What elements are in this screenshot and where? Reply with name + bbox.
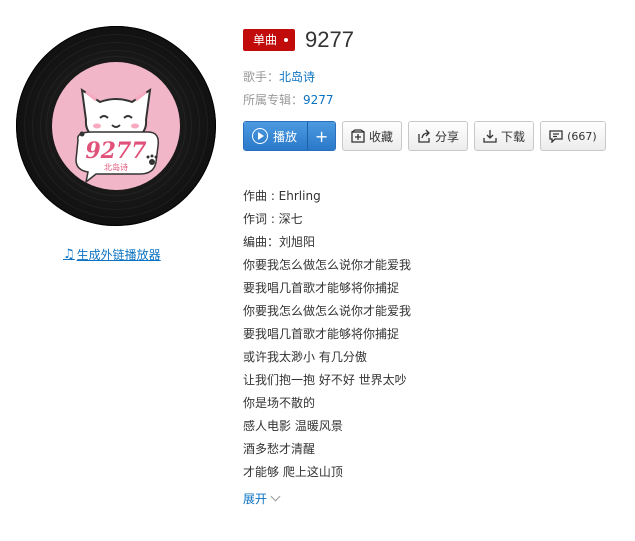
comment-icon bbox=[549, 130, 563, 143]
add-to-playlist-button[interactable]: + bbox=[307, 122, 336, 150]
lyric-line: 编曲：刘旭阳 bbox=[243, 235, 316, 249]
singer-link[interactable]: 北岛诗 bbox=[279, 70, 315, 84]
singer-label: 歌手： bbox=[243, 70, 280, 84]
share-icon bbox=[418, 129, 430, 143]
lyrics: 作曲 : Ehrling 作词 : 深七 编曲：刘旭阳 你要我怎么做怎么说你才能… bbox=[243, 185, 623, 484]
cover-artist-text: 北岛诗 bbox=[104, 162, 128, 172]
share-label: 分享 bbox=[435, 129, 460, 144]
comment-button[interactable]: (667) bbox=[540, 121, 606, 151]
external-player-link[interactable]: ♫ 生成外链播放器 bbox=[63, 246, 161, 263]
play-label: 播放 bbox=[273, 129, 298, 144]
cover-title-text: 9277 bbox=[85, 138, 147, 164]
album-cover: 9277 北岛诗 bbox=[16, 26, 216, 226]
expand-lyrics-link[interactable]: 展开 bbox=[243, 490, 281, 507]
cover-art: 9277 北岛诗 bbox=[52, 62, 180, 190]
share-button[interactable]: 分享 bbox=[408, 121, 469, 151]
lyric-line: 要我唱几首歌才能够将你捕捉 bbox=[243, 327, 400, 341]
lyric-line: 作曲 : Ehrling bbox=[243, 189, 321, 203]
play-button-group: 播放 + bbox=[243, 121, 337, 151]
title-row: 单曲 9277 bbox=[243, 26, 623, 54]
album-row: 所属专辑：9277 bbox=[243, 89, 623, 112]
lyric-line: 让我们抱一抱 好不好 世界太吵 bbox=[243, 373, 407, 387]
download-button[interactable]: 下载 bbox=[474, 121, 535, 151]
action-bar: 播放 + 收藏 分享 下载 (667) bbox=[243, 121, 623, 151]
collect-button[interactable]: 收藏 bbox=[342, 121, 403, 151]
lyric-line: 感人电影 温暖风景 bbox=[243, 419, 343, 433]
lyric-line: 你要我怎么做怎么说你才能爱我 bbox=[243, 258, 412, 272]
play-button[interactable]: 播放 bbox=[244, 122, 308, 150]
expand-label: 展开 bbox=[243, 492, 268, 506]
lyric-line: 你是场不散的 bbox=[243, 396, 316, 410]
external-player-label: 生成外链播放器 bbox=[76, 248, 161, 262]
album-label: 所属专辑： bbox=[243, 93, 304, 107]
comment-count: (667) bbox=[567, 129, 597, 143]
song-title: 9277 bbox=[305, 27, 354, 52]
album-link[interactable]: 9277 bbox=[303, 93, 334, 107]
music-note-icon: ♫ bbox=[63, 247, 75, 262]
download-icon bbox=[483, 130, 497, 143]
lyric-line: 酒多愁才清醒 bbox=[243, 442, 316, 456]
lyric-line: 要我唱几首歌才能够将你捕捉 bbox=[243, 281, 400, 295]
single-tag: 单曲 bbox=[243, 29, 296, 51]
play-icon bbox=[252, 128, 268, 144]
song-meta: 歌手：北岛诗 所属专辑：9277 bbox=[243, 66, 623, 112]
collect-label: 收藏 bbox=[369, 129, 394, 144]
lyric-line: 或许我太渺小 有几分傲 bbox=[243, 350, 367, 364]
download-label: 下载 bbox=[501, 129, 526, 144]
collect-icon bbox=[351, 129, 365, 143]
song-info: 单曲 9277 歌手：北岛诗 所属专辑：9277 播放 + 收藏 分享 下载 (… bbox=[243, 26, 623, 507]
lyric-line: 作词 : 深七 bbox=[243, 212, 303, 226]
singer-row: 歌手：北岛诗 bbox=[243, 66, 623, 89]
chevron-down-icon bbox=[270, 491, 281, 502]
lyric-line: 你要我怎么做怎么说你才能爱我 bbox=[243, 304, 412, 318]
lyric-line: 才能够 爬上这山顶 bbox=[243, 465, 343, 479]
